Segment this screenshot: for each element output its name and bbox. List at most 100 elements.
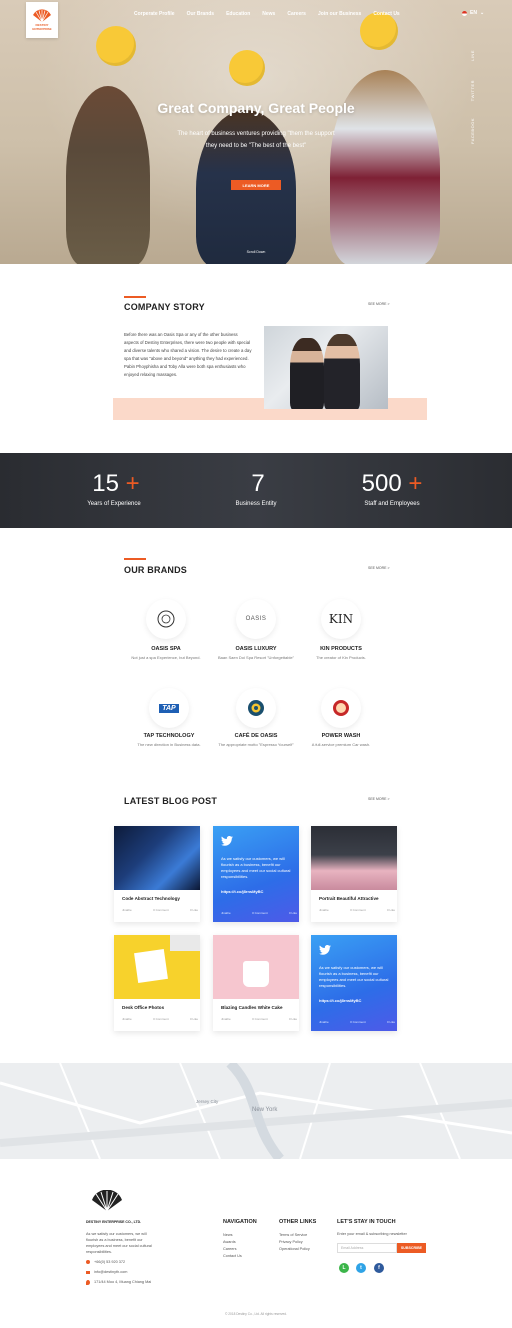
blog-card-title: Desk Office Photos <box>122 1005 165 1010</box>
hero-title: Great Company, Great People <box>157 100 355 116</box>
map-label-new-york: New York <box>252 1107 278 1113</box>
nav-item-corperate-profile[interactable]: Corperate Profile <box>134 11 175 17</box>
section-accent-bar <box>124 296 146 298</box>
nav-item-careers[interactable]: Careers <box>287 11 306 17</box>
brand-desc-tap-technology: The new direction in Business data. <box>137 742 201 747</box>
stat-plus: + <box>125 470 140 497</box>
comment-meta: 0 Comment <box>252 1017 268 1021</box>
facebook-social-icon[interactable]: f <box>374 1263 384 1273</box>
learn-more-button[interactable]: LEARN MORE <box>231 180 281 190</box>
oasis-luxury-logo[interactable]: OASIS <box>236 599 276 639</box>
footer-phone: +66(0) 53 920 372 <box>94 1260 126 1264</box>
brand-desc-oasis-luxury: Baan Saen Doi Spa Resort "Unforgettable" <box>218 655 294 660</box>
stat-label-years: Years of Experience <box>87 501 141 507</box>
footer-touch-heading: LET'S STAY IN TOUCH <box>337 1219 396 1225</box>
story-see-more-link[interactable]: SEE MORE > <box>368 302 390 306</box>
cafe-de-oasis-emblem-icon <box>248 700 264 716</box>
smiling-emoji-icon <box>229 50 265 86</box>
footer-link-news[interactable]: News <box>223 1233 233 1237</box>
blog-card-desk[interactable]: Desk Office Photos Jinathe 0 Comment 0 Lik… <box>114 935 200 1031</box>
blog-card-tweet[interactable]: As we satisfy our customers, we will flo… <box>213 826 299 922</box>
author-meta: Jinathe <box>221 911 231 915</box>
stat-value: 7 <box>251 470 265 497</box>
line-social-icon[interactable]: L <box>339 1263 349 1273</box>
blog-card-cake[interactable]: Blazing Candles White Cake Jinathe 0 Comm… <box>213 935 299 1031</box>
tap-wordmark: TAP <box>159 703 179 713</box>
brand-name-tap-technology: TAP TECHNOLOGY <box>143 733 195 739</box>
twitter-social-icon[interactable]: t <box>356 1263 366 1273</box>
brand-desc-cafe-de-oasis: The appropriate motto "Espresso Yourself… <box>218 742 294 747</box>
laughing-emoji-icon <box>96 26 136 66</box>
like-meta: 0 Like <box>288 911 297 915</box>
tweet-link[interactable]: https://t.co/j8rnsMyBC <box>221 889 263 894</box>
cafe-de-oasis-logo[interactable] <box>236 688 276 728</box>
cake-shape <box>243 961 269 987</box>
desk-office-image <box>114 935 200 999</box>
flag-icon <box>462 10 467 16</box>
nav-item-education[interactable]: Education <box>226 11 250 17</box>
blog-card-portrait[interactable]: Portrait Beautiful Attractive Jinathe 0 C… <box>311 826 397 922</box>
footer-link-awards[interactable]: Awards <box>223 1240 236 1244</box>
latest-blog-title: LATEST BLOG POST <box>124 796 218 806</box>
brand-desc-power-wash: A full-service premium Car wash. <box>311 742 371 747</box>
main-nav: Corperate Profile Our Brands Education N… <box>134 11 412 17</box>
footer-email[interactable]: info@destinyth.com <box>94 1269 127 1275</box>
blog-card-meta: Jinathe 0 Comment 0 Like <box>122 908 198 912</box>
logo-text-2: ENTERPRISE <box>32 27 52 31</box>
language-selector[interactable]: EN ⌄ <box>462 10 484 16</box>
footer-link-contact[interactable]: Contact Us <box>223 1254 242 1258</box>
brand-desc-kin-products: The creator of Kin Products. <box>316 655 366 660</box>
twitter-link[interactable]: TWITTER <box>470 80 475 101</box>
founder-right <box>324 334 360 409</box>
nav-item-join-our-business[interactable]: Join our Business <box>318 11 361 17</box>
footer-link-terms[interactable]: Terms of Service <box>279 1233 307 1237</box>
language-label: EN <box>470 10 477 16</box>
footer-link-privacy[interactable]: Privacy Policy <box>279 1240 303 1244</box>
author-meta: Jinathe <box>122 1017 132 1021</box>
nav-item-contact-us[interactable]: Contact Us <box>373 11 399 17</box>
portrait-image <box>311 826 397 890</box>
notebook-shape <box>134 949 168 983</box>
newsletter-email-input[interactable]: Email Address <box>337 1243 397 1253</box>
stat-plus: + <box>408 470 423 497</box>
oasis-spa-logo[interactable] <box>146 599 186 639</box>
location-map[interactable]: Jersey City New York <box>0 1063 512 1159</box>
like-meta: 0 Like <box>189 1017 198 1021</box>
facebook-link[interactable]: FACEBOOK <box>470 118 475 144</box>
blog-card-meta: Jinathe 0 Comment 0 Like <box>122 1017 198 1021</box>
footer-link-operational[interactable]: Operational Policy <box>279 1247 310 1251</box>
oasis-luxury-wordmark: OASIS <box>245 616 267 622</box>
power-wash-logo[interactable] <box>321 688 361 728</box>
scroll-down-link[interactable]: Scroll Down <box>236 250 276 254</box>
brand-desc-oasis-spa: Not just a spa Experience, but Beyond. <box>131 655 201 660</box>
site-header: DESTINY ENTERPRISE Corperate Profile Our… <box>0 0 512 38</box>
blog-card-tweet[interactable]: As we satisfy our customers, we will flo… <box>311 935 397 1031</box>
author-meta: Jinathe <box>122 908 132 912</box>
subscribe-button[interactable]: SUBSCRIBE <box>397 1243 426 1253</box>
stat-number-entities: 7 <box>198 470 318 498</box>
blog-card-title: Portrait Beautiful Attractive <box>319 896 379 901</box>
blog-card-code[interactable]: Code Abstract Technology Jinathe 0 Commen… <box>114 826 200 922</box>
kin-products-logo[interactable]: KIN <box>321 599 361 639</box>
line-link[interactable]: LINE <box>470 50 475 61</box>
tap-technology-logo[interactable]: TAP <box>149 688 189 728</box>
nav-item-news[interactable]: News <box>262 11 275 17</box>
keyboard-shape <box>170 935 200 951</box>
stat-number-staff: 500 + <box>332 470 452 498</box>
footer-about: As we satisfy our customers, we will flo… <box>86 1232 152 1254</box>
nav-item-our-brands[interactable]: Our Brands <box>187 11 215 17</box>
hero-subtitle: The heart of business ventures providing… <box>177 131 335 149</box>
footer-nav-heading: NAVIGATION <box>223 1219 257 1225</box>
logo-fan-icon <box>33 9 51 23</box>
brands-see-more-link[interactable]: SEE MORE > <box>368 566 390 570</box>
logo[interactable]: DESTINY ENTERPRISE <box>26 2 58 38</box>
footer-link-careers[interactable]: Careers <box>223 1247 237 1251</box>
location-pin-icon <box>86 1280 90 1285</box>
blog-card-title: Code Abstract Technology <box>122 896 180 901</box>
blog-see-more-link[interactable]: SEE MORE > <box>368 797 390 801</box>
tweet-link[interactable]: https://t.co/j8rnsMyBC <box>319 998 361 1003</box>
chevron-down-icon: ⌄ <box>479 10 485 16</box>
blog-card-meta: Jinathe 0 Comment 0 Like <box>319 908 395 912</box>
twitter-bird-icon <box>221 836 233 846</box>
stat-value: 15 <box>92 470 119 497</box>
